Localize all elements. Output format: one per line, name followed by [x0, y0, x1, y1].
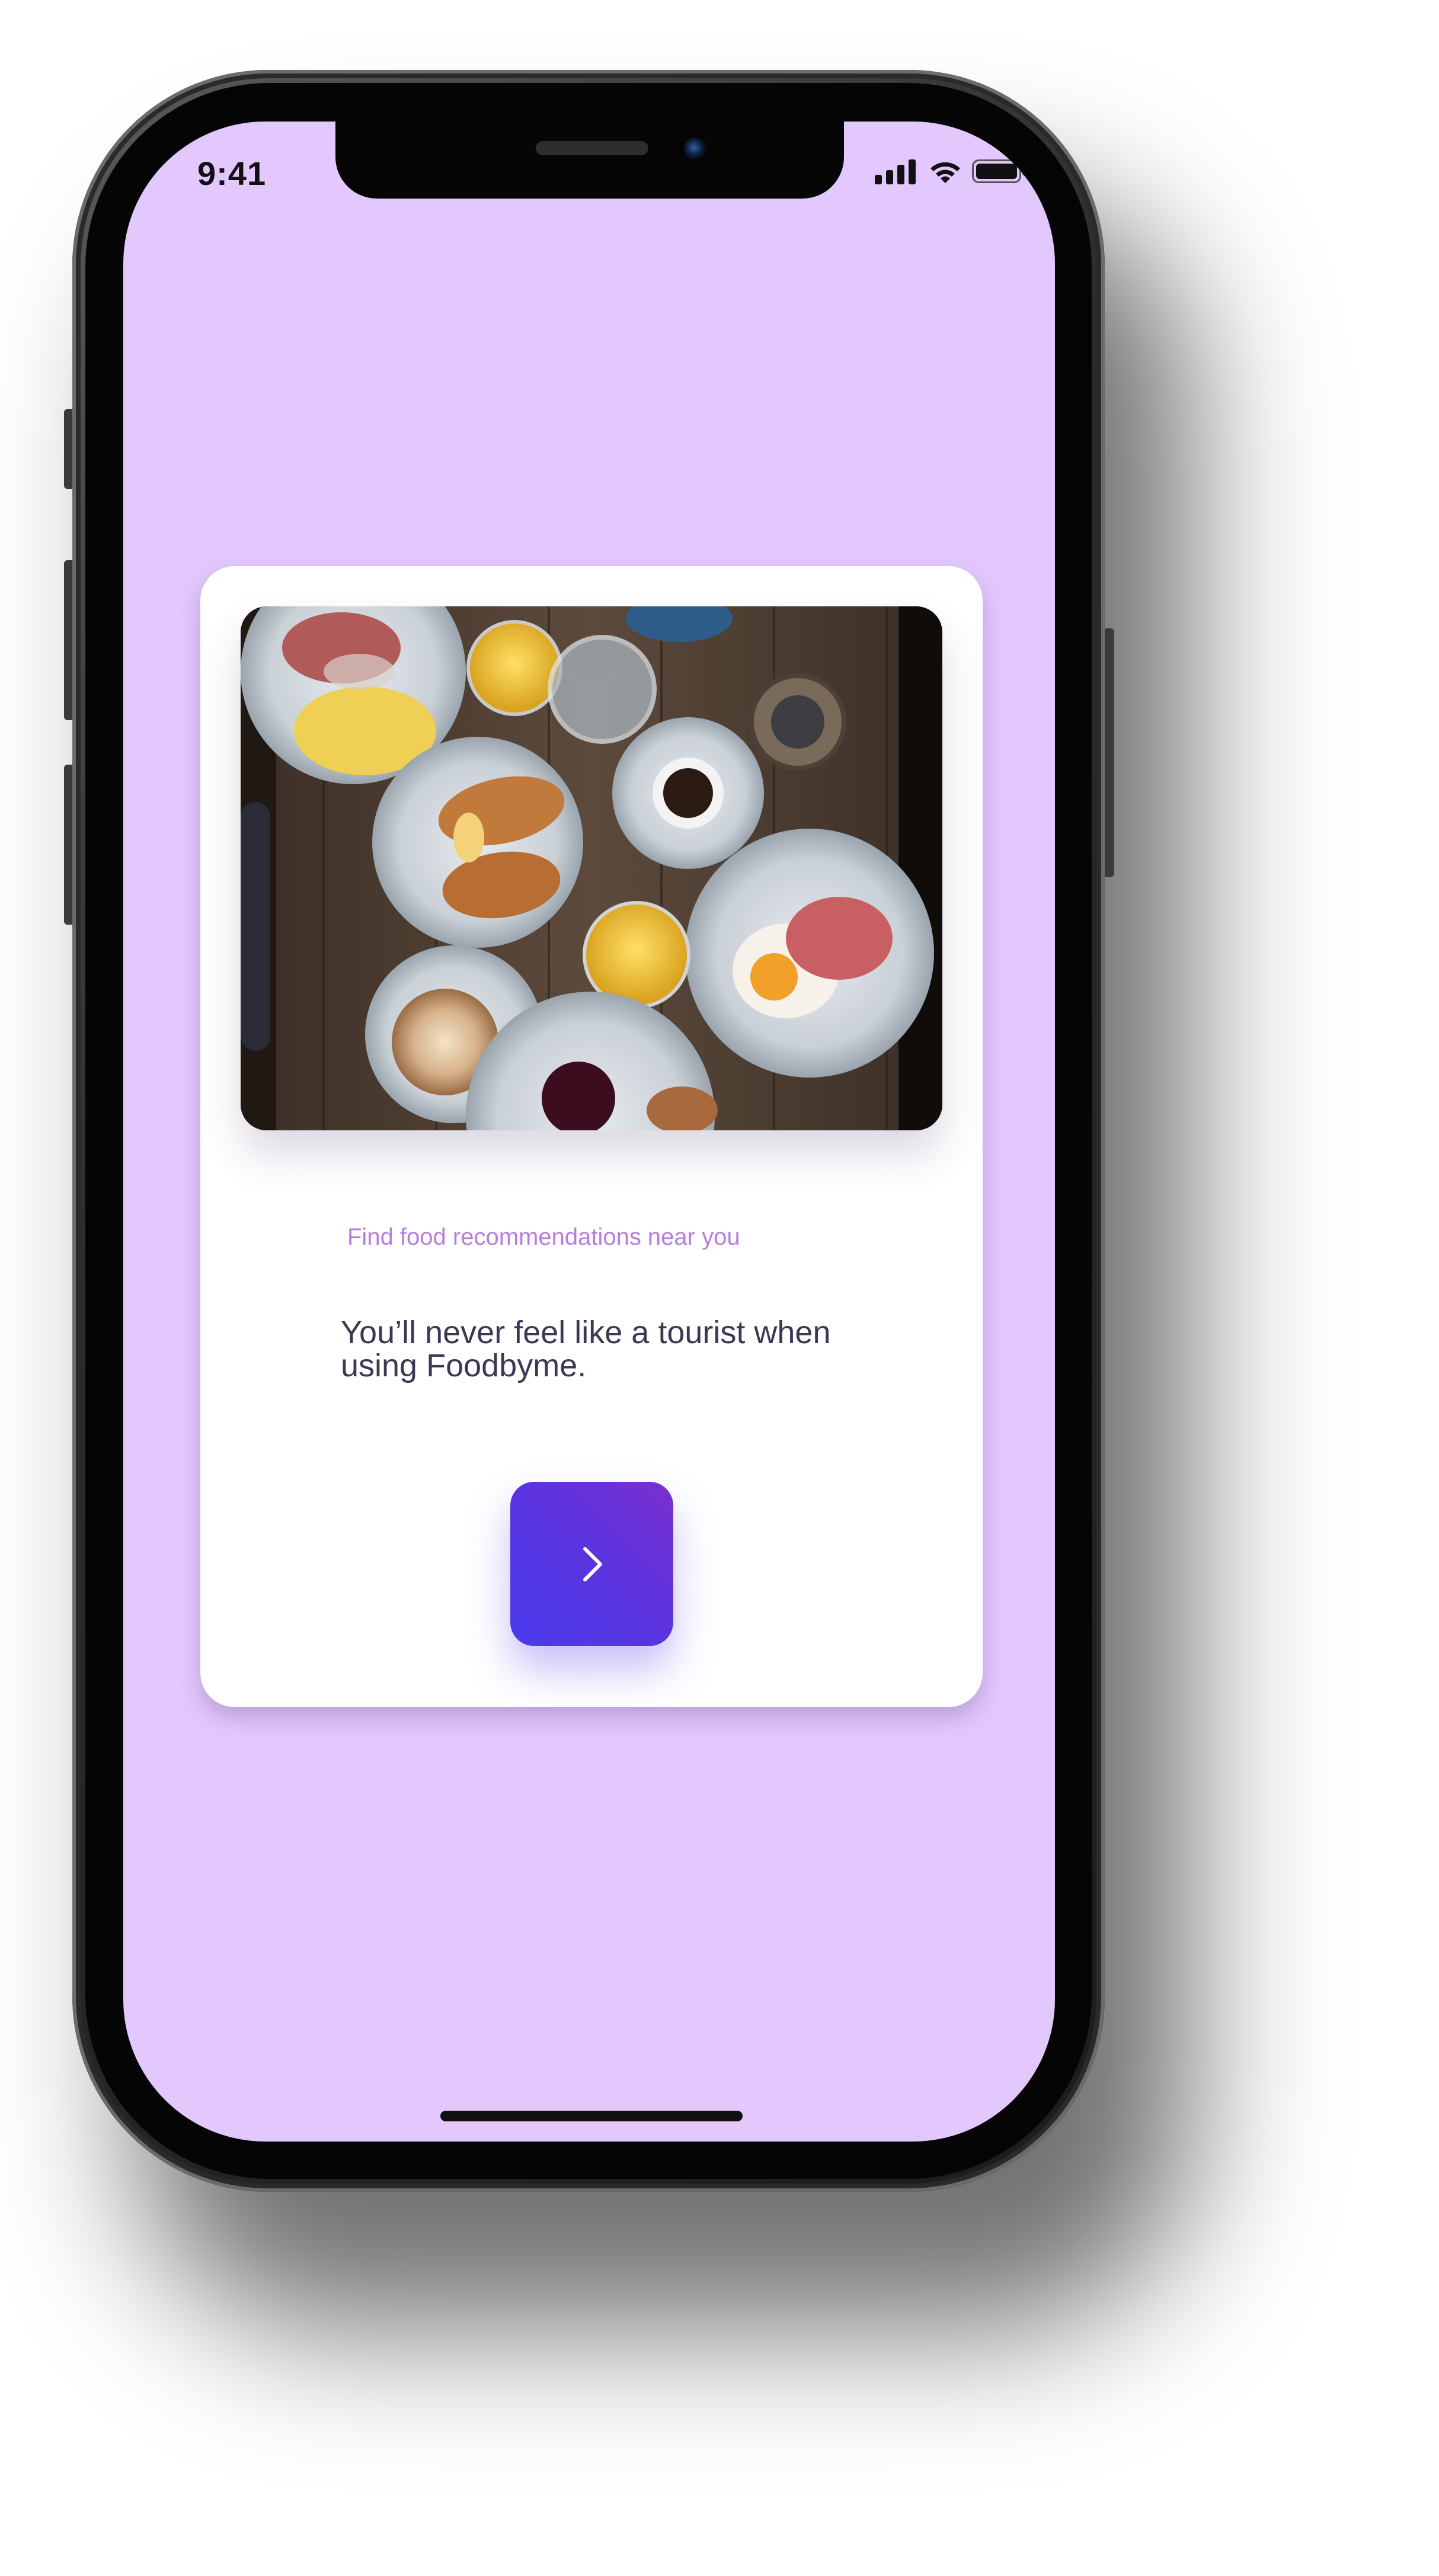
breakfast-photo [241, 606, 942, 1130]
speaker-grille [536, 141, 648, 155]
cellular-signal-icon [875, 159, 916, 184]
breakfast-table-photo-icon [241, 606, 942, 1130]
phone-screen: 9:41 Find food recommendations near you … [123, 122, 1055, 2142]
card-subtitle: Find food recommendations near you [347, 1224, 740, 1250]
home-indicator[interactable] [440, 2111, 743, 2121]
onboarding-card: Find food recommendations near you You’l… [200, 566, 983, 1707]
wifi-icon [930, 162, 960, 183]
front-camera [684, 138, 706, 160]
power-button [1104, 628, 1114, 877]
battery-icon [972, 159, 1026, 183]
notch [335, 122, 844, 199]
chevron-right-icon [583, 1546, 602, 1581]
next-button[interactable] [510, 1482, 673, 1646]
card-headline: You’ll never feel like a tourist when us… [341, 1315, 831, 1383]
status-time: 9:41 [197, 155, 267, 192]
